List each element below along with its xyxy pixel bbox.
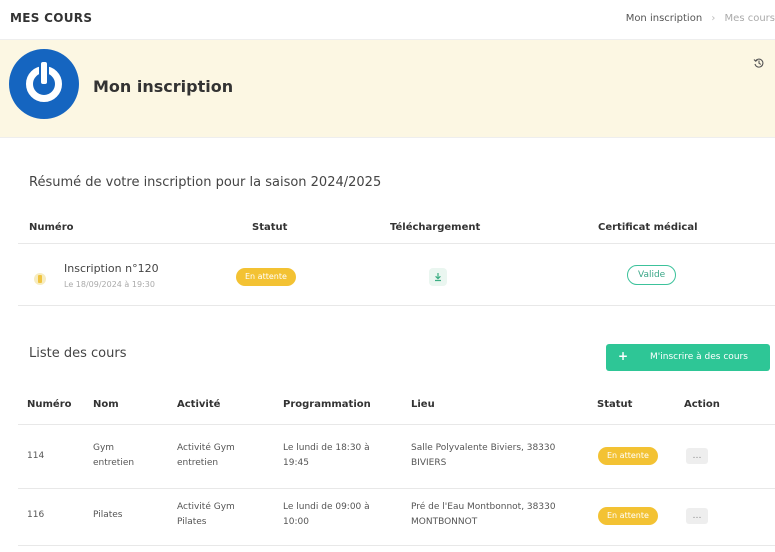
summary-title: Résumé de votre inscription pour la sais… <box>29 175 382 190</box>
divider <box>18 545 775 546</box>
divider <box>18 424 775 425</box>
cell-nom: Gym entretien <box>93 443 135 468</box>
courses-header-lieu: Lieu <box>411 399 435 410</box>
action-menu-button[interactable]: … <box>686 448 708 464</box>
hero-banner: Mon inscription <box>0 40 775 138</box>
cell-lieu: Salle Polyvalente Biviers, 38330 BIVIERS <box>411 443 556 468</box>
certificate-badge: Valide <box>627 265 677 285</box>
breadcrumb-link-inscription[interactable]: Mon inscription <box>626 13 702 24</box>
courses-header-numero: Numéro <box>27 399 72 410</box>
courses-header-statut: Statut <box>597 399 633 410</box>
status-badge: En attente <box>598 447 658 465</box>
action-menu-button[interactable]: … <box>686 508 708 524</box>
cell-numero: 116 <box>27 510 45 520</box>
cell-lieu: Pré de l'Eau Montbonnot, 38330 MONTBONNO… <box>411 502 556 527</box>
summary-header-certificat: Certificat médical <box>598 222 698 233</box>
inscription-name: Inscription n°120 <box>64 262 159 275</box>
top-bar: MES COURS Mon inscription › Mes cours <box>0 0 775 40</box>
add-courses-label: M'inscrire à des cours <box>650 352 748 362</box>
divider <box>18 243 775 244</box>
cell-activite: Activité Gym entretien <box>177 443 235 468</box>
inscription-icon <box>34 273 46 285</box>
history-icon[interactable] <box>753 57 765 72</box>
courses-header-activite: Activité <box>177 399 221 410</box>
summary-header-statut: Statut <box>252 222 288 233</box>
summary-header-numero: Numéro <box>29 222 74 233</box>
courses-header-programmation: Programmation <box>283 399 371 410</box>
breadcrumb: Mon inscription › Mes cours <box>626 13 775 24</box>
cell-programmation: Le lundi de 09:00 à 10:00 <box>283 502 370 527</box>
courses-header-nom: Nom <box>93 399 119 410</box>
plus-icon: + <box>618 349 629 363</box>
divider <box>18 305 775 306</box>
page-section-title: MES COURS <box>10 11 93 25</box>
courses-title: Liste des cours <box>29 346 127 361</box>
cell-nom: Pilates <box>93 510 123 520</box>
cell-programmation: Le lundi de 18:30 à 19:45 <box>283 443 370 468</box>
hero-title: Mon inscription <box>93 77 234 96</box>
divider <box>18 488 775 489</box>
cell-numero: 114 <box>27 451 45 461</box>
courses-header-action: Action <box>684 399 720 410</box>
club-logo <box>9 49 79 119</box>
breadcrumb-separator: › <box>711 13 716 24</box>
add-courses-button[interactable]: + M'inscrire à des cours <box>606 344 770 371</box>
status-badge: En attente <box>598 507 658 525</box>
inscription-date: Le 18/09/2024 à 19:30 <box>64 280 155 289</box>
cell-activite: Activité Gym Pilates <box>177 502 235 527</box>
download-icon[interactable] <box>429 268 447 286</box>
breadcrumb-current: Mes cours <box>724 13 775 24</box>
summary-header-telechargement: Téléchargement <box>390 222 481 233</box>
status-badge: En attente <box>236 268 296 286</box>
